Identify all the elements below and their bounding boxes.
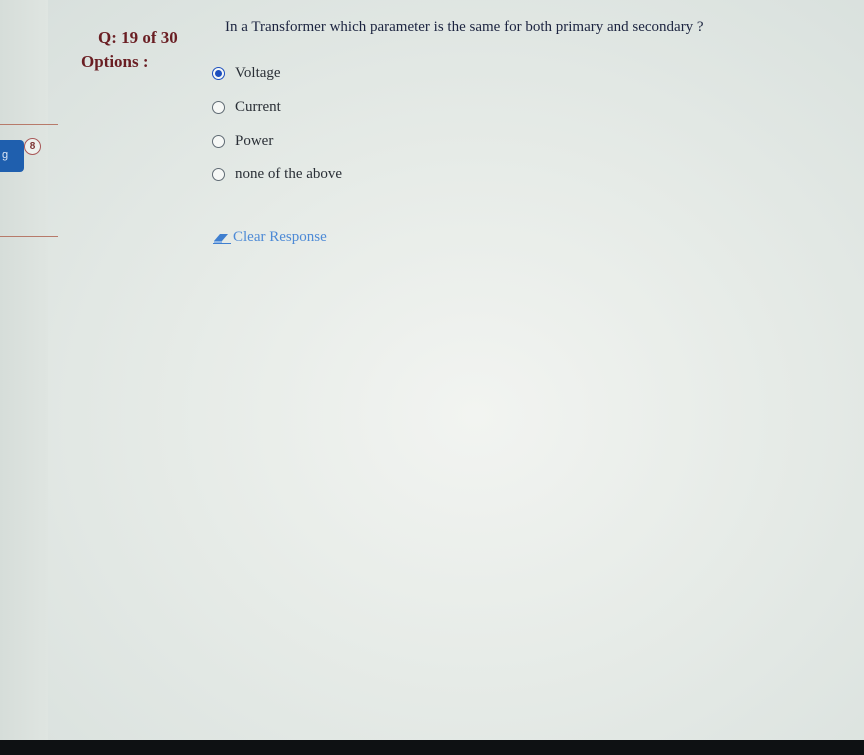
option-label: Power [235, 132, 274, 149]
radio-current[interactable] [212, 100, 225, 114]
option-label: none of the above [235, 165, 343, 182]
sidebar-tab[interactable]: g [0, 140, 24, 172]
left-divider-top [0, 124, 58, 125]
clear-response-button[interactable]: Clear Response [213, 229, 327, 246]
question-number: Q: 19 of 30 [98, 28, 178, 47]
option-current[interactable]: Current [212, 97, 281, 117]
option-power[interactable]: Power [212, 131, 273, 151]
eraser-icon [213, 233, 231, 244]
question-count-badge: 8 [24, 138, 41, 155]
left-divider-bottom [0, 236, 58, 237]
options-heading: Options : [81, 52, 149, 71]
option-none-of-the-above[interactable]: none of the above [212, 164, 342, 184]
radio-voltage[interactable] [212, 66, 225, 80]
option-label: Current [235, 98, 281, 115]
option-label: Voltage [235, 64, 281, 81]
radio-none-of-the-above[interactable] [212, 167, 225, 181]
sidebar-tab-label: g [2, 149, 9, 161]
option-voltage[interactable]: Voltage [212, 63, 281, 83]
radio-power[interactable] [212, 134, 225, 148]
bottom-bezel [0, 740, 864, 755]
question-text: In a Transformer which parameter is the … [225, 19, 704, 35]
left-panel-strip [0, 0, 48, 740]
clear-response-label: Clear Response [233, 229, 327, 245]
